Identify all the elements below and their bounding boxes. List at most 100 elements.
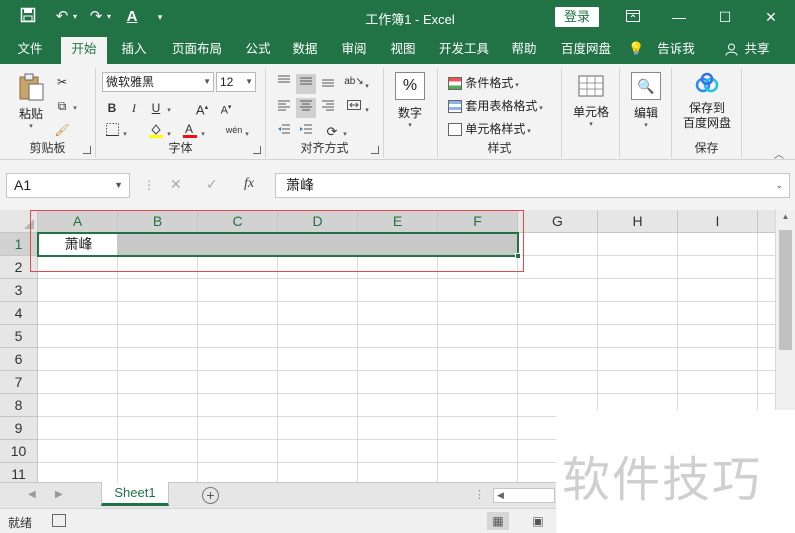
share-button[interactable]: 共享 [742,34,772,64]
font-name-select[interactable]: 微软雅黑 ▼ [102,72,214,92]
formula-bar-splitter-icon[interactable]: ⋮ [143,178,155,192]
tab-review[interactable]: 审阅 [332,34,376,64]
column-header-h[interactable]: H [598,210,678,233]
tab-help[interactable]: 帮助 [502,34,546,64]
bold-button[interactable]: B [102,98,122,118]
horizontal-scrollbar[interactable]: ◀ [493,488,555,503]
align-right-icon[interactable] [318,98,338,118]
minimize-icon[interactable]: — [656,0,702,34]
login-button[interactable]: 登录 [555,7,599,27]
column-header-g[interactable]: G [518,210,598,233]
macro-recording-icon[interactable] [52,514,66,527]
format-painter-icon[interactable]: 🖌 [52,120,72,140]
underline-button[interactable]: U [146,98,166,118]
sheet-tab-sheet1[interactable]: Sheet1 [101,482,169,506]
expand-formula-icon: ⌄ [775,180,783,190]
column-header-i[interactable]: I [678,210,758,233]
cancel-entry-icon[interactable]: ✕ [170,176,182,193]
tab-data[interactable]: 数据 [283,34,327,64]
name-box[interactable]: A1 ▼ [6,173,130,198]
font-name-value: 微软雅黑 [106,75,155,89]
phonetic-guide-icon[interactable]: wén [224,120,244,140]
save-to-baidu-button[interactable]: 保存到 百度网盘 [676,72,738,131]
number-group: % 数字 ▾ [384,68,438,158]
paste-button[interactable]: 粘贴 ▾ [14,72,48,134]
row-header-3[interactable]: 3 [0,279,38,302]
editing-button[interactable]: 🔍 编辑 ▾ [626,72,666,129]
redo-icon[interactable]: ↷ [86,7,106,27]
normal-view-icon[interactable]: ▦ [487,512,509,530]
customize-toolbar-icon[interactable]: ▾ [150,7,170,27]
row-header-9[interactable]: 9 [0,417,38,440]
row-header-5[interactable]: 5 [0,325,38,348]
tab-baidu-netdisk[interactable]: 百度网盘 [553,34,619,64]
tab-formulas[interactable]: 公式 [236,34,280,64]
font-group: 微软雅黑 ▼ 12 ▼ B I U ▾ A▴ A▾ ▾ ▾ A ▾ wén ▾ 字体 [96,68,266,158]
merge-center-icon[interactable] [344,98,364,118]
tab-developer[interactable]: 开发工具 [432,34,496,64]
tab-page-layout[interactable]: 页面布局 [164,34,230,64]
tab-insert[interactable]: 插入 [112,34,156,64]
merge-dropdown-icon[interactable]: ▾ [362,98,372,118]
row-header-6[interactable]: 6 [0,348,38,371]
tab-view[interactable]: 视图 [381,34,425,64]
font-size-select[interactable]: 12 ▼ [216,72,256,92]
clipboard-group-label: 剪贴板 [29,141,66,155]
cells-button[interactable]: 单元格 ▾ [568,72,614,128]
redo-dropdown-icon[interactable]: ▾ [104,7,114,27]
row-header-10[interactable]: 10 [0,440,38,463]
page-layout-view-icon[interactable]: ▣ [527,512,549,530]
orientation-dropdown-icon[interactable]: ▾ [362,74,372,94]
format-as-table-button[interactable]: 套用表格格式 ▾ [448,97,562,114]
insert-function-icon[interactable]: fx [244,176,254,192]
row-header-8[interactable]: 8 [0,394,38,417]
italic-button[interactable]: I [124,98,144,118]
font-color-quick-icon[interactable]: A [122,7,142,27]
undo-icon[interactable]: ↶ [52,7,72,27]
alignment-launcher-icon[interactable] [371,146,379,154]
confirm-entry-icon[interactable]: ✓ [206,176,218,193]
save-group: 保存到 百度网盘 保存 [672,68,742,158]
tab-splitter-icon[interactable]: ⋮ [474,488,485,501]
scroll-left-icon[interactable]: ◀ [497,490,504,501]
scroll-up-icon[interactable]: ▲ [776,212,795,221]
grow-font-button[interactable]: A▴ [192,98,212,118]
copy-dropdown-icon[interactable]: ▾ [70,96,80,116]
underline-dropdown-icon[interactable]: ▾ [164,98,174,118]
row-header-11[interactable]: 11 [0,463,38,482]
cut-icon[interactable]: ✂ [52,72,72,92]
maximize-icon[interactable]: ☐ [702,0,748,34]
align-middle-icon[interactable] [296,74,316,94]
row-header-4[interactable]: 4 [0,302,38,325]
align-left-icon[interactable] [274,98,294,118]
font-launcher-icon[interactable] [253,146,261,154]
title-bar: ↶ ▾ ↷ ▾ A ▾ 工作簿1 - Excel 登录 — ☐ ✕ [0,0,795,34]
formula-input[interactable]: 萧峰 ⌄ [275,173,790,198]
number-format-button[interactable]: % 数字 ▾ [392,72,428,129]
watermark-text: 软件技巧 [562,452,763,508]
close-icon[interactable]: ✕ [748,0,794,34]
column-header-j[interactable] [758,210,775,233]
tab-home[interactable]: 开始 [61,37,107,64]
undo-dropdown-icon[interactable]: ▾ [70,7,80,27]
save-icon[interactable] [18,7,38,27]
tab-file[interactable]: 文件 [8,34,52,64]
ribbon-display-icon[interactable] [610,0,656,34]
font-name-dropdown-icon: ▼ [203,77,211,86]
tell-me-search[interactable]: 告诉我 [652,34,700,64]
vertical-scroll-thumb[interactable] [779,230,792,350]
shrink-font-button[interactable]: A▾ [216,98,236,118]
conditional-format-button[interactable]: 条件格式 ▾ [448,74,558,91]
align-bottom-icon[interactable] [318,74,338,94]
prev-sheet-icon[interactable]: ◀ [28,489,36,500]
row-header-7[interactable]: 7 [0,371,38,394]
orientation-icon[interactable]: ab↘ [344,72,364,92]
next-sheet-icon[interactable]: ▶ [55,489,63,500]
add-sheet-button[interactable]: + [202,487,219,504]
copy-icon[interactable]: ⧉ [52,96,72,116]
collapse-ribbon-icon[interactable]: ︿ [774,146,784,161]
clipboard-launcher-icon[interactable] [83,146,91,154]
cell-styles-button[interactable]: 单元格样式 ▾ [448,120,558,137]
align-top-icon[interactable] [274,74,294,94]
align-center-icon[interactable] [296,98,316,118]
